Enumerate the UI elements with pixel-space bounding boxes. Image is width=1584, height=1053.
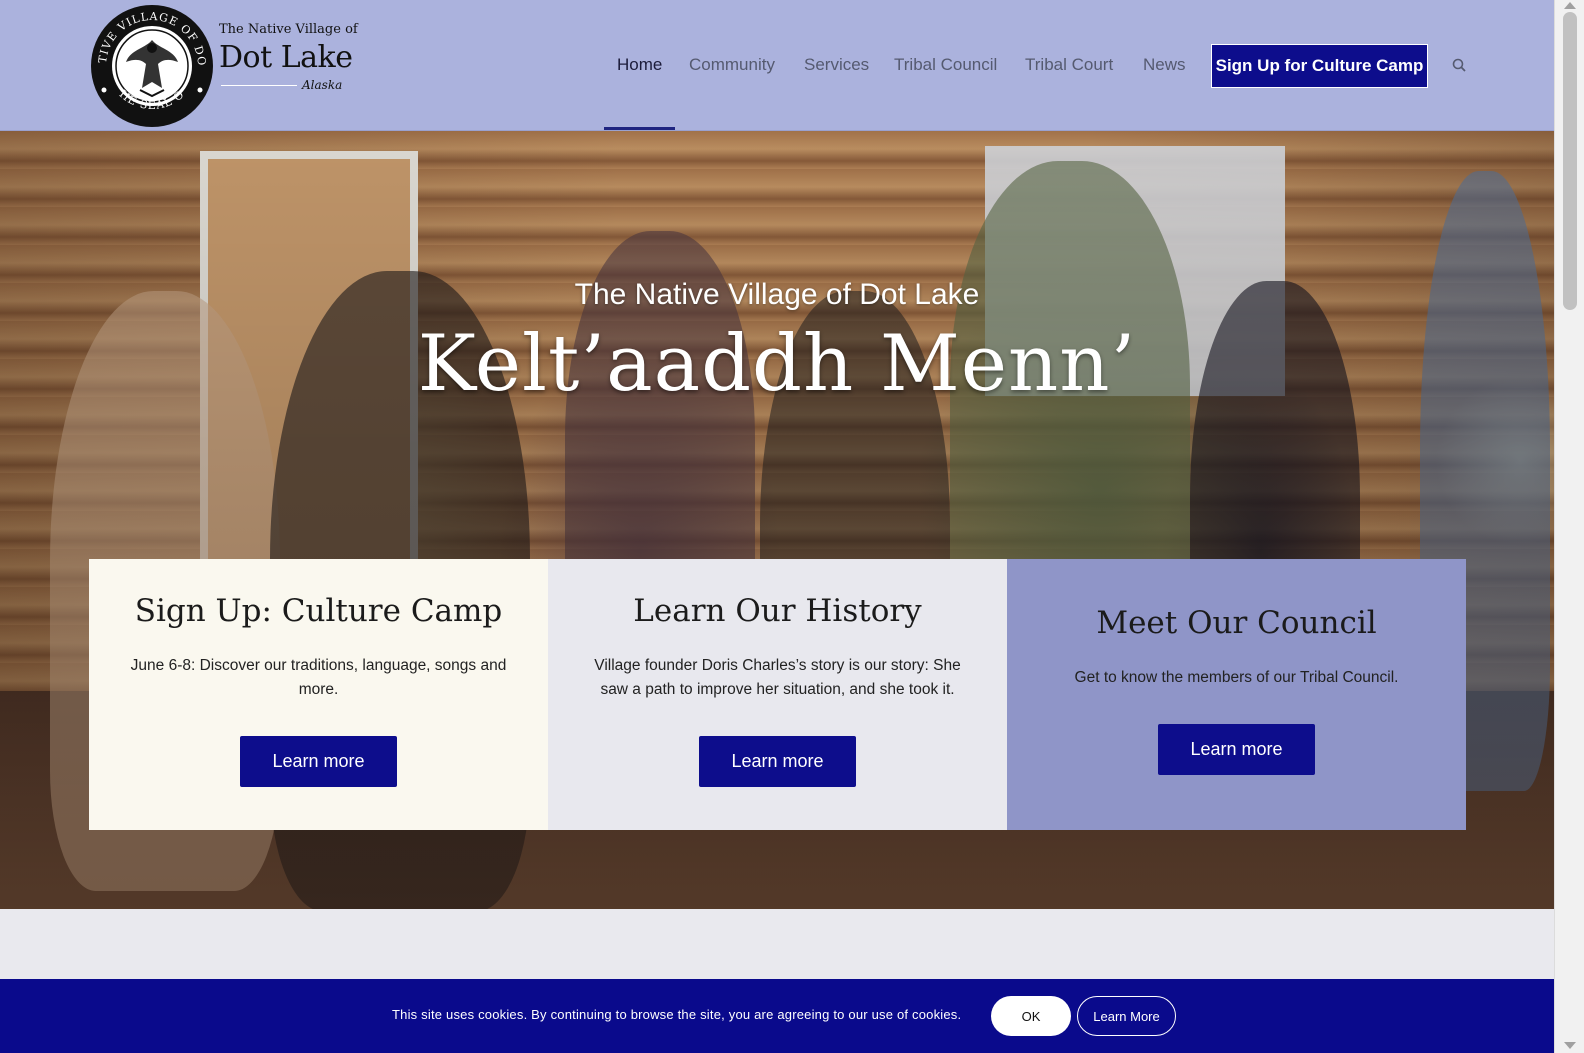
history-learn-more-button[interactable]: Learn more xyxy=(699,736,856,787)
cookie-ok-button[interactable]: OK xyxy=(991,996,1071,1036)
logo-state-text: Alaska xyxy=(302,78,343,92)
cookie-banner: This site uses cookies. By continuing to… xyxy=(0,979,1554,1053)
site-header: THE NATIVE VILLAGE OF DOT LAKE THE SEAL … xyxy=(0,0,1554,131)
card-title: Learn Our History xyxy=(633,593,922,629)
card-history: Learn Our History Village founder Doris … xyxy=(548,559,1007,830)
hero-title: Kelt’aaddh Menn’ xyxy=(417,319,1137,409)
culture-camp-learn-more-button[interactable]: Learn more xyxy=(240,736,397,787)
nav-item-services[interactable]: Services xyxy=(804,55,869,75)
scroll-up-arrow-icon[interactable] xyxy=(1564,2,1576,9)
nav-item-tribal-court[interactable]: Tribal Court xyxy=(1025,55,1113,75)
feature-cards: Sign Up: Culture Camp June 6-8: Discover… xyxy=(89,559,1466,830)
card-text: June 6-8: Discover our traditions, langu… xyxy=(130,657,507,698)
card-text: Get to know the members of our Tribal Co… xyxy=(1074,669,1399,686)
card-text: Village founder Doris Charles’s story is… xyxy=(594,657,961,698)
nav-item-tribal-council[interactable]: Tribal Council xyxy=(894,55,997,75)
culture-camp-signup-button[interactable]: Sign Up for Culture Camp xyxy=(1211,44,1428,88)
active-nav-indicator xyxy=(604,127,675,130)
hero-subtitle: The Native Village of Dot Lake xyxy=(574,278,980,311)
logo-title: Dot Lake xyxy=(219,40,353,75)
card-council: Meet Our Council Get to know the members… xyxy=(1007,559,1466,830)
scroll-down-arrow-icon[interactable] xyxy=(1564,1042,1576,1049)
logo-divider xyxy=(221,85,297,86)
logo-small-text: The Native Village of xyxy=(219,22,358,37)
scrollbar-thumb[interactable] xyxy=(1563,12,1577,310)
cookie-learn-more-button[interactable]: Learn More xyxy=(1077,996,1176,1036)
council-learn-more-button[interactable]: Learn more xyxy=(1158,724,1315,775)
search-icon[interactable] xyxy=(1451,57,1469,75)
site-logo[interactable]: THE NATIVE VILLAGE OF DOT LAKE THE SEAL … xyxy=(90,4,358,128)
card-title: Meet Our Council xyxy=(1096,605,1377,641)
village-seal-icon: THE NATIVE VILLAGE OF DOT LAKE THE SEAL … xyxy=(90,4,213,127)
card-title: Sign Up: Culture Camp xyxy=(134,593,503,629)
cookie-message: This site uses cookies. By continuing to… xyxy=(392,1007,962,1022)
nav-item-home[interactable]: Home xyxy=(617,55,662,75)
card-culture-camp: Sign Up: Culture Camp June 6-8: Discover… xyxy=(89,559,548,830)
page-scrollbar[interactable] xyxy=(1554,0,1584,1053)
nav-item-community[interactable]: Community xyxy=(689,55,775,75)
nav-item-news[interactable]: News xyxy=(1143,55,1186,75)
